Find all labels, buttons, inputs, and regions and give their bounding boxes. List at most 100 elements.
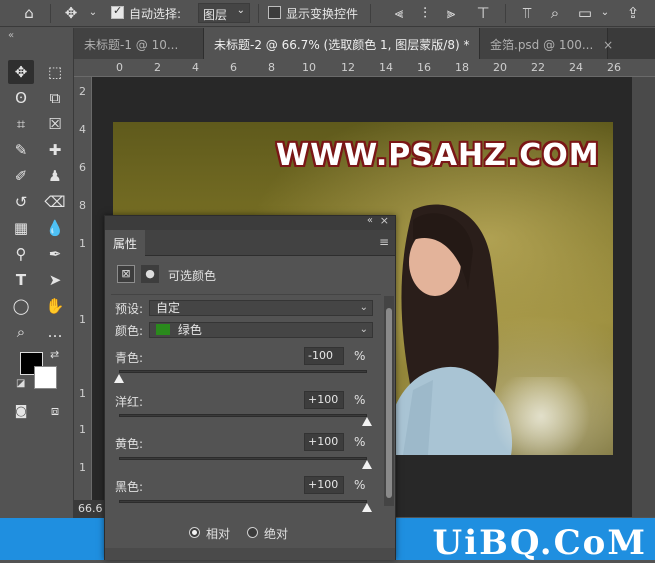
relative-label: 相对 [206,527,231,541]
ruler-tick-label: 8 [79,199,86,212]
align-top-icon[interactable]: ⊤ [474,4,492,22]
collapse-icon[interactable]: « [8,30,14,41]
screen-mode-icon[interactable]: ⧈ [42,400,68,424]
collapse-icon[interactable]: « [367,215,373,226]
chevron-down-icon[interactable]: ⌄ [596,4,614,22]
auto-select-target-dropdown[interactable]: 图层 ⌄ [198,3,250,23]
absolute-radio[interactable] [247,527,258,538]
type-tool-icon[interactable]: T [8,268,34,292]
ellipse-tool-icon[interactable]: ◯ [8,294,34,318]
blur-tool-icon[interactable]: 💧 [42,216,68,240]
close-icon[interactable]: × [380,214,389,227]
ruler-tick-label: 22 [531,61,545,74]
yellow-slider-thumb[interactable] [362,460,372,469]
tab-document-3[interactable]: 金箔.psd @ 100... × [480,28,613,59]
search-icon[interactable]: ⌕ [546,4,564,22]
properties-panel: « × 属性 ≡ ⊠ ● 可选颜色 预设: 自定 ⌄ 颜色: 绿色 ⌄ 青色: … [104,214,396,560]
ruler-tick-label: 1 [79,387,86,400]
pen-tool-icon[interactable]: ✒ [42,242,68,266]
black-value-input[interactable]: +100 [304,476,344,494]
ruler-tick-label: 6 [79,161,86,174]
frame-tool-icon[interactable]: ☒ [42,112,68,136]
canvas-watermark-text: WWW.PSAHZ.COM [276,138,600,173]
divider [50,4,51,23]
slider-label-yellow: 黄色: [115,437,144,451]
dodge-tool-icon[interactable]: ⚲ [8,242,34,266]
ruler-tick-label: 1 [79,423,86,436]
adjustment-icon[interactable]: ⊠ [117,265,135,283]
marquee-tool-icon[interactable]: ⬚ [42,60,68,84]
divider [370,4,371,23]
tab-label: 金箔.psd @ 100... [490,38,594,52]
close-icon[interactable]: × [603,38,613,52]
auto-select-label: 自动选择: [129,7,182,21]
panel-scrollbar-thumb[interactable] [386,308,392,498]
align-right-icon[interactable]: ⫸ [442,4,460,22]
panel-menu-icon[interactable]: ≡ [379,235,389,249]
move-tool-icon[interactable]: ✥ [8,60,34,84]
object-select-tool-icon[interactable]: ⧉ [42,86,68,110]
panel-header[interactable]: « × [105,214,395,230]
home-icon[interactable]: ⌂ [20,4,38,22]
panel-footer [105,548,395,560]
quick-mask-icon[interactable]: ◙ [8,400,34,424]
zoom-level[interactable]: 66.6 [74,500,108,518]
workspace-icon[interactable]: ▭ [576,4,594,22]
chevron-down-icon[interactable]: ⌄ [84,4,102,22]
tab-document-1[interactable]: 未标题-1 @ 10... [74,28,204,59]
chevron-down-icon: ⌄ [359,324,368,335]
cyan-slider-track[interactable] [119,370,367,373]
magenta-slider-track[interactable] [119,414,367,417]
align-left-icon[interactable]: ⫷ [390,4,408,22]
stamp-tool-icon[interactable]: ♟ [42,164,68,188]
align-top-edge-icon[interactable]: ⫪ [518,4,536,22]
mask-icon[interactable]: ● [141,265,159,283]
black-slider-track[interactable] [119,500,367,503]
slider-label-cyan: 青色: [115,351,144,365]
share-icon[interactable]: ⇪ [624,4,642,22]
relative-radio[interactable] [189,527,200,538]
ruler-tick-label: 1 [79,313,86,326]
crop-tool-icon[interactable]: ⌗ [8,112,34,136]
swap-colors-icon[interactable]: ⇄ [50,348,59,361]
cyan-slider-thumb[interactable] [114,374,124,383]
eraser-tool-icon[interactable]: ⌫ [42,190,68,214]
default-colors-icon[interactable]: ◪ [16,378,25,389]
magenta-value-input[interactable]: +100 [304,391,344,409]
zoom-tool-icon[interactable]: ⌕ [8,320,34,344]
show-transform-checkbox[interactable] [268,6,281,19]
tab-properties[interactable]: 属性 [105,230,146,256]
history-brush-tool-icon[interactable]: ↺ [8,190,34,214]
yellow-value-input[interactable]: +100 [304,433,344,451]
ruler-tick-label: 1 [79,237,86,250]
path-select-tool-icon[interactable]: ➤ [42,268,68,292]
chevron-down-icon: ⌄ [236,5,245,16]
preset-dropdown[interactable]: 自定 ⌄ [149,300,373,316]
options-bar: ⌂ ✥ ⌄ 自动选择: 图层 ⌄ 显示变换控件 ⫷ ⫶ ⫸ ⊤ ⫪ ⌕ ▭ ⌄ … [0,0,655,27]
vertical-ruler[interactable]: 2 4 6 8 1 1 1 1 1 [74,77,92,517]
auto-select-checkbox[interactable] [111,4,124,19]
hand-tool-icon[interactable]: ✋ [42,294,68,318]
percent-unit: % [354,393,366,407]
ruler-tick-label: 18 [455,61,469,74]
yellow-slider-track[interactable] [119,457,367,460]
eyedropper-tool-icon[interactable]: ✎ [8,138,34,162]
lasso-tool-icon[interactable]: ʘ [8,86,34,110]
cyan-value-input[interactable]: -100 [304,347,344,365]
move-tool-icon[interactable]: ✥ [62,4,80,22]
black-slider-thumb[interactable] [362,503,372,512]
color-dropdown[interactable]: 绿色 ⌄ [149,322,373,338]
flower-field [493,377,613,455]
tab-document-2[interactable]: 未标题-2 @ 66.7% (选取颜色 1, 图层蒙版/8) * × [204,28,489,59]
brush-tool-icon[interactable]: ✐ [8,164,34,188]
ruler-tick-label: 6 [230,61,237,74]
background-color-swatch[interactable] [34,366,57,389]
more-tools-icon[interactable]: … [42,320,68,344]
horizontal-ruler[interactable]: 0 2 4 6 8 10 12 14 16 18 20 22 24 26 [74,59,655,77]
align-center-icon[interactable]: ⫶ [416,4,434,22]
gradient-tool-icon[interactable]: ▦ [8,216,34,240]
healing-brush-tool-icon[interactable]: ✚ [42,138,68,162]
magenta-slider-thumb[interactable] [362,417,372,426]
canvas-scrollbar[interactable] [632,77,655,517]
ruler-tick-label: 1 [79,461,86,474]
